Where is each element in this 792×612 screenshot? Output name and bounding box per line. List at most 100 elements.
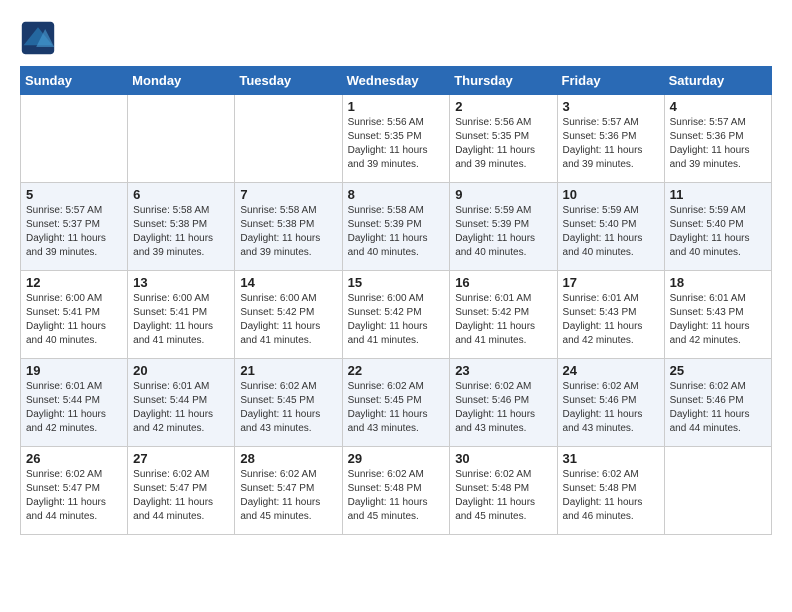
- day-info: Sunrise: 6:01 AM Sunset: 5:43 PM Dayligh…: [563, 292, 659, 348]
- day-number: 17: [563, 275, 659, 290]
- day-number: 28: [240, 451, 336, 466]
- day-number: 7: [240, 187, 336, 202]
- day-cell: [664, 447, 771, 535]
- day-header-wednesday: Wednesday: [342, 67, 450, 95]
- day-cell: 19 Sunrise: 6:01 AM Sunset: 5:44 PM Dayli…: [21, 359, 128, 447]
- day-cell: 25 Sunrise: 6:02 AM Sunset: 5:46 PM Dayli…: [664, 359, 771, 447]
- day-number: 5: [26, 187, 122, 202]
- day-number: 10: [563, 187, 659, 202]
- logo: [20, 20, 62, 56]
- day-number: 21: [240, 363, 336, 378]
- day-number: 30: [455, 451, 551, 466]
- day-number: 29: [348, 451, 445, 466]
- day-cell: [235, 95, 342, 183]
- day-info: Sunrise: 5:57 AM Sunset: 5:36 PM Dayligh…: [563, 116, 659, 172]
- day-info: Sunrise: 6:02 AM Sunset: 5:48 PM Dayligh…: [563, 468, 659, 524]
- day-cell: 24 Sunrise: 6:02 AM Sunset: 5:46 PM Dayli…: [557, 359, 664, 447]
- day-info: Sunrise: 5:59 AM Sunset: 5:40 PM Dayligh…: [670, 204, 766, 260]
- logo-icon: [20, 20, 56, 56]
- day-header-friday: Friday: [557, 67, 664, 95]
- day-number: 15: [348, 275, 445, 290]
- day-number: 23: [455, 363, 551, 378]
- day-info: Sunrise: 5:56 AM Sunset: 5:35 PM Dayligh…: [455, 116, 551, 172]
- day-number: 19: [26, 363, 122, 378]
- day-info: Sunrise: 6:02 AM Sunset: 5:46 PM Dayligh…: [670, 380, 766, 436]
- week-row-3: 12 Sunrise: 6:00 AM Sunset: 5:41 PM Dayli…: [21, 271, 772, 359]
- day-cell: 23 Sunrise: 6:02 AM Sunset: 5:46 PM Dayli…: [450, 359, 557, 447]
- day-cell: 31 Sunrise: 6:02 AM Sunset: 5:48 PM Dayli…: [557, 447, 664, 535]
- day-info: Sunrise: 6:02 AM Sunset: 5:47 PM Dayligh…: [240, 468, 336, 524]
- day-cell: 6 Sunrise: 5:58 AM Sunset: 5:38 PM Daylig…: [128, 183, 235, 271]
- day-info: Sunrise: 6:01 AM Sunset: 5:44 PM Dayligh…: [133, 380, 229, 436]
- day-number: 3: [563, 99, 659, 114]
- day-cell: 20 Sunrise: 6:01 AM Sunset: 5:44 PM Dayli…: [128, 359, 235, 447]
- day-header-sunday: Sunday: [21, 67, 128, 95]
- day-info: Sunrise: 6:02 AM Sunset: 5:47 PM Dayligh…: [133, 468, 229, 524]
- day-cell: [128, 95, 235, 183]
- day-number: 2: [455, 99, 551, 114]
- day-number: 16: [455, 275, 551, 290]
- day-info: Sunrise: 6:02 AM Sunset: 5:46 PM Dayligh…: [455, 380, 551, 436]
- day-number: 13: [133, 275, 229, 290]
- day-header-thursday: Thursday: [450, 67, 557, 95]
- day-info: Sunrise: 6:00 AM Sunset: 5:41 PM Dayligh…: [26, 292, 122, 348]
- week-row-4: 19 Sunrise: 6:01 AM Sunset: 5:44 PM Dayli…: [21, 359, 772, 447]
- day-number: 11: [670, 187, 766, 202]
- day-header-tuesday: Tuesday: [235, 67, 342, 95]
- page-header: [20, 20, 772, 56]
- day-header-monday: Monday: [128, 67, 235, 95]
- day-cell: 14 Sunrise: 6:00 AM Sunset: 5:42 PM Dayli…: [235, 271, 342, 359]
- day-number: 18: [670, 275, 766, 290]
- day-cell: 30 Sunrise: 6:02 AM Sunset: 5:48 PM Dayli…: [450, 447, 557, 535]
- day-number: 31: [563, 451, 659, 466]
- day-cell: 4Sunrise: 5:57 AM Sunset: 5:36 PM Daylig…: [664, 95, 771, 183]
- day-number: 27: [133, 451, 229, 466]
- week-row-5: 26 Sunrise: 6:02 AM Sunset: 5:47 PM Dayli…: [21, 447, 772, 535]
- calendar-header-row: SundayMondayTuesdayWednesdayThursdayFrid…: [21, 67, 772, 95]
- day-info: Sunrise: 6:02 AM Sunset: 5:45 PM Dayligh…: [348, 380, 445, 436]
- week-row-2: 5 Sunrise: 5:57 AM Sunset: 5:37 PM Daylig…: [21, 183, 772, 271]
- day-header-saturday: Saturday: [664, 67, 771, 95]
- day-number: 20: [133, 363, 229, 378]
- day-cell: 13 Sunrise: 6:00 AM Sunset: 5:41 PM Dayli…: [128, 271, 235, 359]
- day-number: 9: [455, 187, 551, 202]
- day-info: Sunrise: 6:02 AM Sunset: 5:45 PM Dayligh…: [240, 380, 336, 436]
- day-cell: 27 Sunrise: 6:02 AM Sunset: 5:47 PM Dayli…: [128, 447, 235, 535]
- day-cell: 29Sunrise: 6:02 AM Sunset: 5:48 PM Dayli…: [342, 447, 450, 535]
- day-info: Sunrise: 5:58 AM Sunset: 5:38 PM Dayligh…: [240, 204, 336, 260]
- day-info: Sunrise: 6:00 AM Sunset: 5:42 PM Dayligh…: [348, 292, 445, 348]
- day-cell: 16 Sunrise: 6:01 AM Sunset: 5:42 PM Dayli…: [450, 271, 557, 359]
- day-cell: [21, 95, 128, 183]
- day-info: Sunrise: 5:56 AM Sunset: 5:35 PM Dayligh…: [348, 116, 445, 172]
- day-cell: 7 Sunrise: 5:58 AM Sunset: 5:38 PM Daylig…: [235, 183, 342, 271]
- day-number: 25: [670, 363, 766, 378]
- day-info: Sunrise: 6:01 AM Sunset: 5:44 PM Dayligh…: [26, 380, 122, 436]
- day-number: 24: [563, 363, 659, 378]
- day-cell: 8Sunrise: 5:58 AM Sunset: 5:39 PM Daylig…: [342, 183, 450, 271]
- day-number: 26: [26, 451, 122, 466]
- day-info: Sunrise: 5:58 AM Sunset: 5:38 PM Dayligh…: [133, 204, 229, 260]
- day-cell: 11 Sunrise: 5:59 AM Sunset: 5:40 PM Dayli…: [664, 183, 771, 271]
- calendar-table: SundayMondayTuesdayWednesdayThursdayFrid…: [20, 66, 772, 535]
- day-cell: 15 Sunrise: 6:00 AM Sunset: 5:42 PM Dayli…: [342, 271, 450, 359]
- day-info: Sunrise: 6:00 AM Sunset: 5:41 PM Dayligh…: [133, 292, 229, 348]
- day-cell: 5 Sunrise: 5:57 AM Sunset: 5:37 PM Daylig…: [21, 183, 128, 271]
- day-cell: 2 Sunrise: 5:56 AM Sunset: 5:35 PM Daylig…: [450, 95, 557, 183]
- day-number: 12: [26, 275, 122, 290]
- day-cell: 28 Sunrise: 6:02 AM Sunset: 5:47 PM Dayli…: [235, 447, 342, 535]
- day-info: Sunrise: 5:59 AM Sunset: 5:40 PM Dayligh…: [563, 204, 659, 260]
- day-info: Sunrise: 5:57 AM Sunset: 5:37 PM Dayligh…: [26, 204, 122, 260]
- day-info: Sunrise: 6:02 AM Sunset: 5:48 PM Dayligh…: [455, 468, 551, 524]
- day-cell: 12 Sunrise: 6:00 AM Sunset: 5:41 PM Dayli…: [21, 271, 128, 359]
- day-info: Sunrise: 6:00 AM Sunset: 5:42 PM Dayligh…: [240, 292, 336, 348]
- day-info: Sunrise: 6:02 AM Sunset: 5:46 PM Dayligh…: [563, 380, 659, 436]
- day-number: 8: [348, 187, 445, 202]
- day-info: Sunrise: 6:01 AM Sunset: 5:42 PM Dayligh…: [455, 292, 551, 348]
- day-number: 6: [133, 187, 229, 202]
- day-number: 1: [348, 99, 445, 114]
- day-cell: 21 Sunrise: 6:02 AM Sunset: 5:45 PM Dayli…: [235, 359, 342, 447]
- day-number: 14: [240, 275, 336, 290]
- day-info: Sunrise: 5:59 AM Sunset: 5:39 PM Dayligh…: [455, 204, 551, 260]
- day-number: 4: [670, 99, 766, 114]
- day-cell: 10 Sunrise: 5:59 AM Sunset: 5:40 PM Dayli…: [557, 183, 664, 271]
